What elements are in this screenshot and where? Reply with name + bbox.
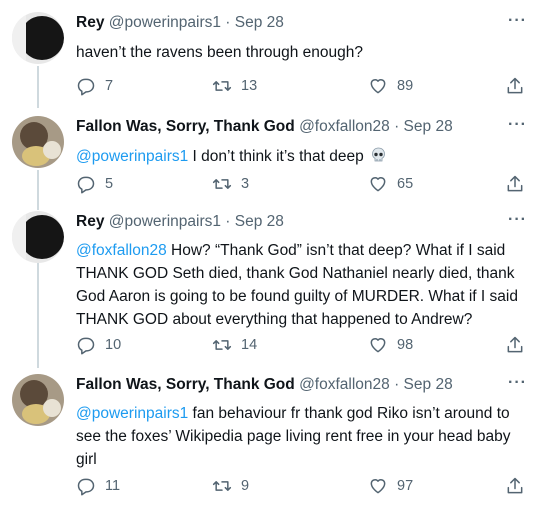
avatar[interactable] [12,211,64,263]
reply-button[interactable]: 5 [76,174,113,194]
tweet-text: @foxfallon28 How? “Thank God” isn’t that… [76,239,526,331]
retweet-button[interactable]: 9 [212,476,249,496]
like-button[interactable]: 97 [368,476,413,496]
handle[interactable]: @foxfallon28 [299,376,390,393]
share-button[interactable] [505,174,534,194]
more-options-button[interactable]: ··· [508,374,527,392]
retweet-button[interactable]: 14 [212,335,257,355]
heart-icon [370,177,386,192]
handle[interactable]: @powerinpairs1 [109,213,221,230]
mention-link[interactable]: @foxfallon28 [76,242,167,259]
tweet-text-content: haven’t the ravens been through enough? [76,44,363,61]
avatar[interactable] [12,374,64,426]
more-options-button[interactable]: ··· [508,116,527,134]
tweet[interactable]: Rey @powerinpairs1 · Sep 28 ··· @foxfall… [0,211,540,363]
tweet[interactable]: Fallon Was, Sorry, Thank God @foxfallon2… [0,116,540,204]
like-count: 98 [397,337,414,353]
share-button[interactable] [505,76,534,96]
retweet-count: 3 [241,176,250,192]
reply-count: 5 [105,176,114,192]
tweet-text: @powerinpairs1 fan behaviour fr thank go… [76,402,526,471]
retweet-count: 9 [241,478,250,494]
retweet-icon [212,179,232,189]
like-button[interactable]: 98 [368,335,413,355]
tweet-text: haven’t the ravens been through enough? [76,41,526,64]
reply-count: 11 [105,478,121,494]
tweet-actions: 7 13 89 [76,76,526,98]
like-count: 97 [397,478,414,494]
skull-emoji-icon [371,147,386,170]
tweet[interactable]: Rey @powerinpairs1 · Sep 28 ··· haven’t … [0,12,540,108]
tweet-actions: 11 9 97 [76,476,526,498]
heart-icon [370,479,386,494]
timestamp[interactable]: · Sep 28 [225,213,284,230]
reply-count: 7 [105,78,114,94]
tweet-header: Fallon Was, Sorry, Thank God @foxfallon2… [76,118,453,136]
retweet-icon [212,340,232,350]
reply-button[interactable]: 10 [76,335,121,355]
share-icon [507,77,523,94]
like-count: 89 [397,78,414,94]
retweet-button[interactable]: 13 [212,76,257,96]
more-options-button[interactable]: ··· [508,12,527,30]
display-name[interactable]: Rey [76,14,104,31]
tweet-actions: 5 3 65 [76,174,526,196]
share-button[interactable] [505,476,534,496]
display-name[interactable]: Fallon Was, Sorry, Thank God [76,118,295,135]
tweet-actions: 10 14 98 [76,335,526,357]
reply-button[interactable]: 7 [76,76,113,96]
handle[interactable]: @foxfallon28 [299,118,390,135]
avatar[interactable] [12,12,64,64]
like-count: 65 [397,176,414,192]
handle[interactable]: @powerinpairs1 [109,14,221,31]
share-button[interactable] [505,335,534,355]
display-name[interactable]: Rey [76,213,104,230]
share-icon [507,336,523,353]
mention-link[interactable]: @powerinpairs1 [76,405,188,422]
retweet-icon [212,481,232,491]
more-options-button[interactable]: ··· [508,211,527,229]
reply-count: 10 [105,337,122,353]
reply-button[interactable]: 11 [76,476,120,496]
tweet-text-content: I don’t think it’s that deep [188,148,364,165]
mention-link[interactable]: @powerinpairs1 [76,148,188,165]
retweet-count: 14 [241,337,258,353]
tweet-header: Fallon Was, Sorry, Thank God @foxfallon2… [76,376,453,394]
avatar[interactable] [12,116,64,168]
reply-icon [77,176,95,194]
tweet[interactable]: Fallon Was, Sorry, Thank God @foxfallon2… [0,374,540,504]
timestamp[interactable]: · Sep 28 [225,14,284,31]
retweet-icon [212,81,232,91]
retweet-count: 13 [241,78,258,94]
like-button[interactable]: 89 [368,76,413,96]
reply-icon [77,78,95,96]
like-button[interactable]: 65 [368,174,413,194]
share-icon [507,175,523,192]
heart-icon [370,338,386,353]
retweet-button[interactable]: 3 [212,174,249,194]
reply-icon [77,337,95,355]
tweet-header: Rey @powerinpairs1 · Sep 28 [76,14,284,32]
reply-icon [77,478,95,496]
display-name[interactable]: Fallon Was, Sorry, Thank God [76,376,295,393]
share-icon [507,477,523,494]
timestamp[interactable]: · Sep 28 [394,376,453,393]
timestamp[interactable]: · Sep 28 [394,118,453,135]
heart-icon [370,79,386,94]
tweet-header: Rey @powerinpairs1 · Sep 28 [76,213,284,231]
tweet-text: @powerinpairs1 I don’t think it’s that d… [76,145,526,170]
